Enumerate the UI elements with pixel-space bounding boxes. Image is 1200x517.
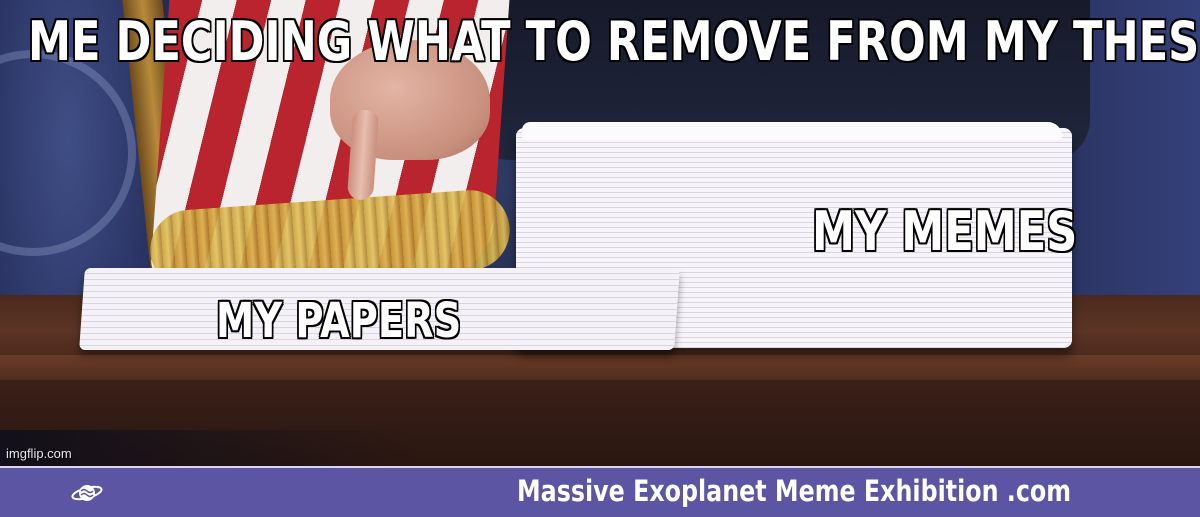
meme-top-caption: ME DECIDING WHAT TO REMOVE FROM MY THESI…	[28, 10, 1200, 73]
meme-image: ME DECIDING WHAT TO REMOVE FROM MY THESI…	[0, 0, 1200, 517]
footer-banner: Massive Exoplanet Meme Exhibition .com	[0, 466, 1200, 517]
planet-logo-icon	[71, 485, 103, 501]
small-stack-label: MY PAPERS	[216, 293, 462, 349]
imgflip-watermark: imgflip.com	[6, 446, 72, 461]
big-stack-label: MY MEMES	[812, 200, 1078, 263]
press-briefing-photo: ME DECIDING WHAT TO REMOVE FROM MY THESI…	[0, 0, 1200, 466]
site-name: Massive Exoplanet Meme Exhibition .com	[517, 474, 1072, 508]
